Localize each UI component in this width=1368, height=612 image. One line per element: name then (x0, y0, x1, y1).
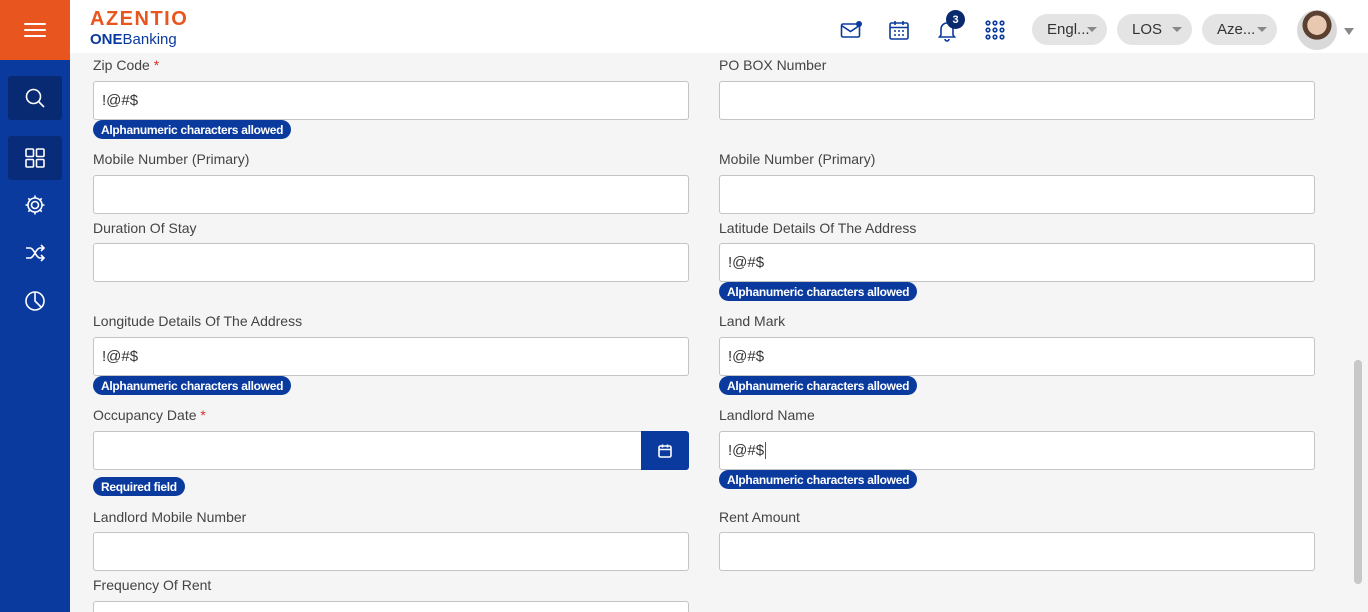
po-box-input[interactable] (719, 81, 1315, 120)
rent-amount-label: Rent Amount (719, 509, 800, 525)
mobile-primary-input[interactable] (93, 175, 689, 214)
chevron-down-icon (1172, 27, 1182, 32)
frequency-of-rent-input[interactable] (93, 601, 689, 612)
user-menu-chevron-icon[interactable] (1344, 28, 1354, 35)
menu-button[interactable] (0, 0, 70, 60)
top-header: AZENTIO ONEBanking 3 Engl... LOS Aze... (70, 0, 1368, 53)
logo-product-name: ONEBanking (90, 31, 177, 48)
menu-icon (24, 23, 46, 37)
po-box-label: PO BOX Number (719, 57, 827, 73)
date-picker-button[interactable] (641, 431, 689, 470)
land-mark-input[interactable]: !@#$ (719, 337, 1315, 376)
sidebar (0, 60, 70, 612)
calendar-icon (658, 444, 672, 458)
mobile-primary-2-label: Mobile Number (Primary) (719, 151, 876, 167)
mobile-primary-label: Mobile Number (Primary) (93, 151, 250, 167)
mail-icon (840, 20, 862, 38)
longitude-label: Longitude Details Of The Address (93, 313, 303, 329)
apps-button[interactable] (983, 18, 1007, 42)
module-select-value: LOS (1132, 21, 1163, 38)
zip-code-input[interactable]: !@#$ (93, 81, 689, 120)
sidebar-item-search[interactable] (8, 76, 62, 120)
search-icon (25, 88, 45, 108)
language-select-value: Engl... (1047, 21, 1090, 38)
occupancy-date-input[interactable] (93, 431, 642, 470)
duration-of-stay-input[interactable] (93, 243, 689, 282)
sidebar-item-workflow[interactable] (8, 231, 62, 275)
longitude-input[interactable]: !@#$ (93, 337, 689, 376)
landlord-name-input[interactable]: !@#$ (719, 431, 1315, 470)
logo-wordmark: AZENTIO (90, 8, 189, 30)
company-logo: AZENTIO ONEBanking (90, 8, 188, 49)
duration-of-stay-label: Duration Of Stay (93, 220, 197, 236)
frequency-of-rent-label: Frequency Of Rent (93, 577, 212, 593)
landlord-name-label: Landlord Name (719, 407, 815, 423)
longitude-hint: Alphanumeric characters allowed (93, 376, 292, 395)
apps-icon (985, 20, 1005, 40)
chevron-down-icon (1257, 27, 1267, 32)
gear-icon (25, 195, 45, 215)
landlord-mobile-label: Landlord Mobile Number (93, 509, 247, 525)
calendar-button[interactable] (887, 18, 911, 42)
latitude-hint: Alphanumeric characters allowed (719, 282, 918, 301)
zip-code-label: Zip Code * (93, 57, 160, 73)
chevron-down-icon (1087, 27, 1097, 32)
sidebar-item-reports[interactable] (8, 279, 62, 323)
mail-button[interactable] (839, 18, 863, 42)
user-avatar[interactable] (1297, 10, 1337, 50)
occupancy-date-hint: Required field (93, 477, 185, 496)
occupancy-date-label: Occupancy Date * (93, 407, 206, 423)
latitude-label: Latitude Details Of The Address (719, 220, 917, 236)
latitude-input[interactable]: !@#$ (719, 243, 1315, 282)
entity-select[interactable]: Aze... (1202, 14, 1277, 45)
land-mark-hint: Alphanumeric characters allowed (719, 376, 918, 395)
landlord-mobile-input[interactable] (93, 532, 689, 571)
entity-select-value: Aze... (1217, 21, 1256, 38)
rent-amount-input[interactable] (719, 532, 1315, 571)
sidebar-item-dashboard[interactable] (8, 136, 62, 180)
shuffle-icon (26, 244, 46, 262)
scrollbar-thumb[interactable] (1354, 360, 1362, 584)
text-cursor (765, 442, 767, 459)
notification-count-badge: 3 (946, 10, 965, 29)
address-form: Zip Code * !@#$ Alphanumeric characters … (70, 53, 1350, 612)
mobile-primary-2-input[interactable] (719, 175, 1315, 214)
land-mark-label: Land Mark (719, 313, 786, 329)
landlord-name-hint: Alphanumeric characters allowed (719, 470, 918, 489)
calendar-icon (889, 21, 909, 40)
app-root: AZENTIO ONEBanking 3 Engl... LOS Aze... (0, 0, 1368, 612)
language-select[interactable]: Engl... (1032, 14, 1107, 45)
grid-icon (25, 148, 45, 168)
pie-chart-icon (25, 291, 45, 311)
zip-code-hint: Alphanumeric characters allowed (93, 120, 292, 139)
module-select[interactable]: LOS (1117, 14, 1192, 45)
sidebar-item-settings[interactable] (8, 183, 62, 227)
